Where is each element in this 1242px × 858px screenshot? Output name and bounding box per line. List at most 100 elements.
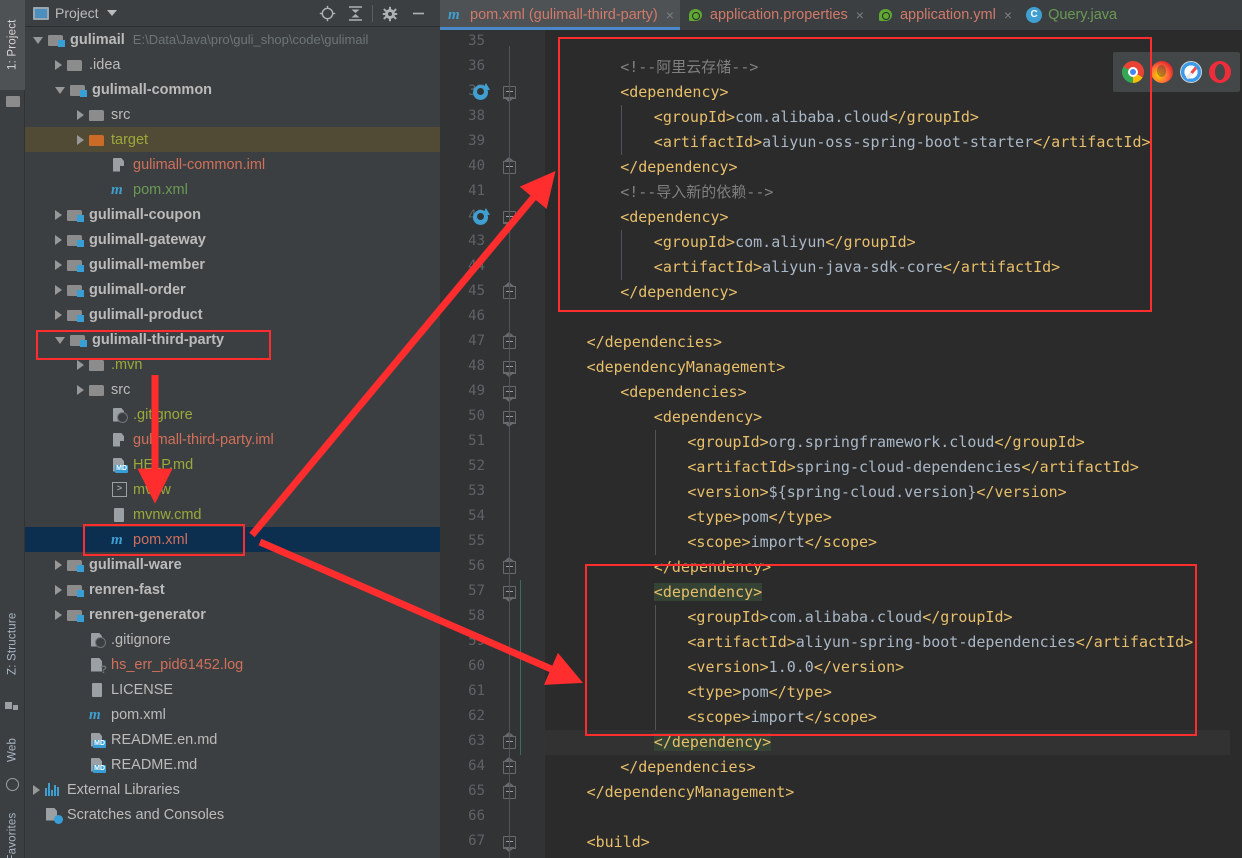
editor-tab-bar[interactable]: m pom.xml (gulimall-third-party) × applicat… bbox=[440, 0, 1242, 30]
tree-node--idea[interactable]: .idea bbox=[25, 52, 440, 77]
maven-reimport-icon[interactable] bbox=[473, 208, 490, 225]
tree-node-renren-generator[interactable]: renren-generator bbox=[25, 602, 440, 627]
gutter-line-66[interactable]: 66 bbox=[440, 805, 545, 830]
browser-preview-popup[interactable] bbox=[1113, 52, 1240, 92]
project-tree[interactable]: gulimail E:\Data\Java\pro\guli_shop\code\… bbox=[25, 27, 440, 858]
tree-node-pom-xml[interactable]: m pom.xml bbox=[25, 702, 440, 727]
code-line-64[interactable]: </dependencies> bbox=[620, 755, 755, 780]
tree-node-scratches-and-consoles[interactable]: Scratches and Consoles bbox=[25, 802, 440, 827]
close-icon[interactable]: × bbox=[666, 7, 674, 23]
tree-node-src[interactable]: src bbox=[25, 377, 440, 402]
expand-arrow-icon[interactable] bbox=[55, 337, 65, 344]
gutter-line-50[interactable]: 50 bbox=[440, 405, 545, 430]
hide-window-icon[interactable] bbox=[404, 0, 432, 27]
tree-node--mvn[interactable]: .mvn bbox=[25, 352, 440, 377]
tree-node-gulimall-common-iml[interactable]: gulimall-common.iml bbox=[25, 152, 440, 177]
gutter-line-62[interactable]: 62 bbox=[440, 705, 545, 730]
code-line-53[interactable]: <version>${spring-cloud.version}</versio… bbox=[687, 480, 1066, 505]
code-line-48[interactable]: <dependencyManagement> bbox=[587, 355, 786, 380]
tree-node--gitignore[interactable]: .gitignore bbox=[25, 402, 440, 427]
editor-tab-pom-xml-gulimall-third-party-[interactable]: m pom.xml (gulimall-third-party) × bbox=[440, 0, 680, 30]
tree-node-gulimall-third-party-iml[interactable]: gulimall-third-party.iml bbox=[25, 427, 440, 452]
tree-node-gulimall-member[interactable]: gulimall-member bbox=[25, 252, 440, 277]
gutter-line-37[interactable]: 37 bbox=[440, 80, 545, 105]
tree-node-gulimall-common[interactable]: gulimall-common bbox=[25, 77, 440, 102]
gutter-line-61[interactable]: 61 bbox=[440, 680, 545, 705]
gutter-line-56[interactable]: 56 bbox=[440, 555, 545, 580]
tree-node-gulimall-product[interactable]: gulimall-product bbox=[25, 302, 440, 327]
editor-gutter[interactable]: 35 36 37 38 39 40 41 42 43 44 45 46 47 48 49 50 51 52 53 54… bbox=[440, 30, 545, 858]
tree-node-gulimall-coupon[interactable]: gulimall-coupon bbox=[25, 202, 440, 227]
collapse-arrow-icon[interactable] bbox=[77, 134, 84, 145]
settings-gear-icon[interactable] bbox=[376, 0, 404, 27]
gutter-line-60[interactable]: 60 bbox=[440, 655, 545, 680]
gutter-line-45[interactable]: 45 bbox=[440, 280, 545, 305]
gutter-line-44[interactable]: 44 bbox=[440, 255, 545, 280]
tree-node-pom-xml[interactable]: m pom.xml bbox=[25, 527, 440, 552]
gutter-line-43[interactable]: 43 bbox=[440, 230, 545, 255]
close-icon[interactable]: × bbox=[856, 7, 864, 23]
tree-node-license[interactable]: LICENSE bbox=[25, 677, 440, 702]
code-line-39[interactable]: <artifactId>aliyun-oss-spring-boot-start… bbox=[654, 130, 1151, 155]
collapse-arrow-icon[interactable] bbox=[55, 209, 62, 220]
editor-scrollbar-track[interactable] bbox=[1230, 30, 1242, 858]
gutter-line-58[interactable]: 58 bbox=[440, 605, 545, 630]
gutter-line-64[interactable]: 64 bbox=[440, 755, 545, 780]
collapse-arrow-icon[interactable] bbox=[55, 559, 62, 570]
maven-reimport-icon[interactable] bbox=[473, 83, 490, 100]
collapse-arrow-icon[interactable] bbox=[55, 584, 62, 595]
gutter-line-53[interactable]: 53 bbox=[440, 480, 545, 505]
gutter-line-38[interactable]: 38 bbox=[440, 105, 545, 130]
tool-tab-project[interactable]: 1: Project bbox=[0, 0, 25, 90]
collapse-arrow-icon[interactable] bbox=[55, 284, 62, 295]
chrome-icon[interactable] bbox=[1121, 61, 1144, 83]
tool-tab-structure[interactable]: Z: Structure bbox=[0, 588, 25, 700]
code-line-49[interactable]: <dependencies> bbox=[620, 380, 746, 405]
collapse-arrow-icon[interactable] bbox=[55, 59, 62, 70]
expand-arrow-icon[interactable] bbox=[55, 87, 65, 94]
tree-node-readme-md[interactable]: README.md bbox=[25, 752, 440, 777]
expand-arrow-icon[interactable] bbox=[33, 37, 43, 44]
gutter-line-51[interactable]: 51 bbox=[440, 430, 545, 455]
tree-node-renren-fast[interactable]: renren-fast bbox=[25, 577, 440, 602]
collapse-arrow-icon[interactable] bbox=[77, 384, 84, 395]
tool-tab-favorites[interactable]: 2: Favorites bbox=[0, 800, 25, 858]
editor-tab-query-java[interactable]: Query.java bbox=[1018, 0, 1123, 30]
tree-node-mvnw-cmd[interactable]: mvnw.cmd bbox=[25, 502, 440, 527]
collapse-arrow-icon[interactable] bbox=[55, 609, 62, 620]
tree-node-gulimall-gateway[interactable]: gulimall-gateway bbox=[25, 227, 440, 252]
tree-node-gulimail[interactable]: gulimail E:\Data\Java\pro\guli_shop\code\… bbox=[25, 27, 440, 52]
locate-icon[interactable] bbox=[313, 0, 341, 27]
code-line-60[interactable]: <version>1.0.0</version> bbox=[687, 655, 904, 680]
editor-tab-application-properties[interactable]: application.properties × bbox=[680, 0, 870, 30]
code-line-37[interactable]: <dependency> bbox=[620, 80, 728, 105]
tree-node-gulimall-order[interactable]: gulimall-order bbox=[25, 277, 440, 302]
gutter-line-63[interactable]: 63 bbox=[440, 730, 545, 755]
code-line-45[interactable]: </dependency> bbox=[620, 280, 737, 305]
gutter-line-41[interactable]: 41 bbox=[440, 180, 545, 205]
collapse-arrow-icon[interactable] bbox=[77, 359, 84, 370]
editor-tab-application-yml[interactable]: application.yml × bbox=[870, 0, 1018, 30]
gutter-line-55[interactable]: 55 bbox=[440, 530, 545, 555]
safari-icon[interactable] bbox=[1180, 61, 1203, 83]
code-line-56[interactable]: </dependency> bbox=[654, 555, 771, 580]
gutter-line-49[interactable]: 49 bbox=[440, 380, 545, 405]
gutter-line-67[interactable]: 67 bbox=[440, 830, 545, 855]
gutter-line-52[interactable]: 52 bbox=[440, 455, 545, 480]
code-line-41[interactable]: <!--导入新的依赖--> bbox=[620, 180, 773, 205]
code-line-38[interactable]: <groupId>com.alibaba.cloud</groupId> bbox=[654, 105, 979, 130]
chevron-down-icon[interactable] bbox=[106, 10, 117, 16]
code-line-59[interactable]: <artifactId>aliyun-spring-boot-dependenc… bbox=[687, 630, 1193, 655]
code-line-61[interactable]: <type>pom</type> bbox=[687, 680, 832, 705]
tree-node-mvnw[interactable]: mvnw bbox=[25, 477, 440, 502]
gutter-line-39[interactable]: 39 bbox=[440, 130, 545, 155]
tree-node-hs-err-pid61452-log[interactable]: hs_err_pid61452.log bbox=[25, 652, 440, 677]
code-line-57[interactable]: <dependency> bbox=[653, 580, 763, 605]
gutter-line-42[interactable]: 42 bbox=[440, 205, 545, 230]
tree-node-target[interactable]: target bbox=[25, 127, 440, 152]
code-line-55[interactable]: <scope>import</scope> bbox=[687, 530, 877, 555]
code-line-40[interactable]: </dependency> bbox=[620, 155, 737, 180]
gutter-line-54[interactable]: 54 bbox=[440, 505, 545, 530]
tool-tab-web[interactable]: Web bbox=[0, 724, 25, 776]
opera-icon[interactable] bbox=[1209, 61, 1232, 83]
